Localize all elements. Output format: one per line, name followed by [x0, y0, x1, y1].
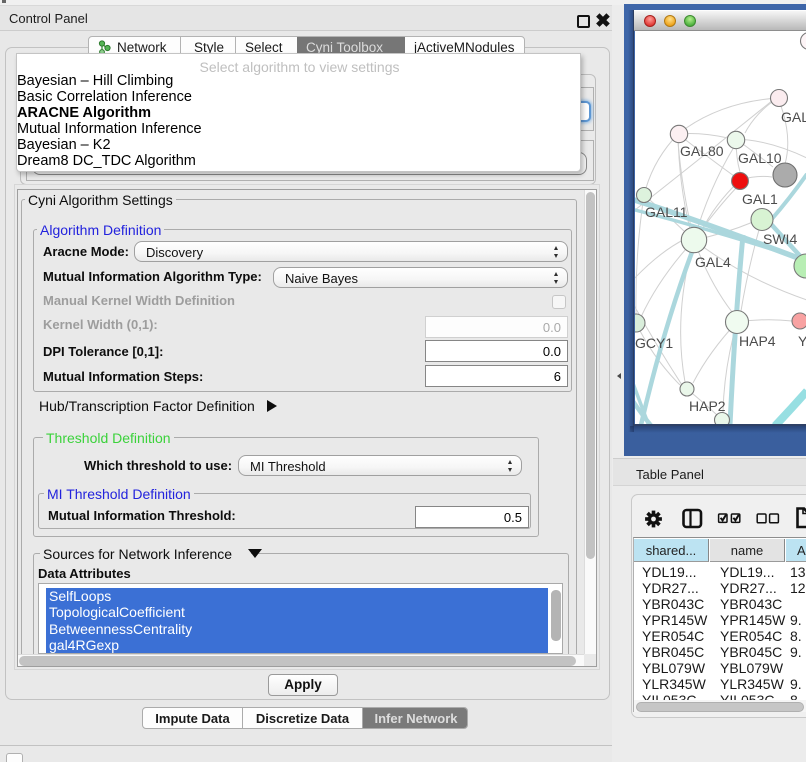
svg-text:GAL: GAL [781, 109, 806, 125]
svg-text:GAL1: GAL1 [742, 191, 778, 207]
svg-text:GAL10: GAL10 [738, 150, 782, 166]
svg-text:HAP2: HAP2 [689, 398, 726, 414]
svg-text:GAL4: GAL4 [695, 254, 731, 270]
svg-text:Y: Y [798, 333, 806, 349]
svg-text:GAL11: GAL11 [645, 204, 688, 220]
svg-text:GAL80: GAL80 [680, 143, 724, 159]
svg-text:HAP4: HAP4 [739, 333, 776, 349]
svg-text:GCY1: GCY1 [635, 335, 673, 351]
svg-text:SWI4: SWI4 [763, 231, 797, 247]
